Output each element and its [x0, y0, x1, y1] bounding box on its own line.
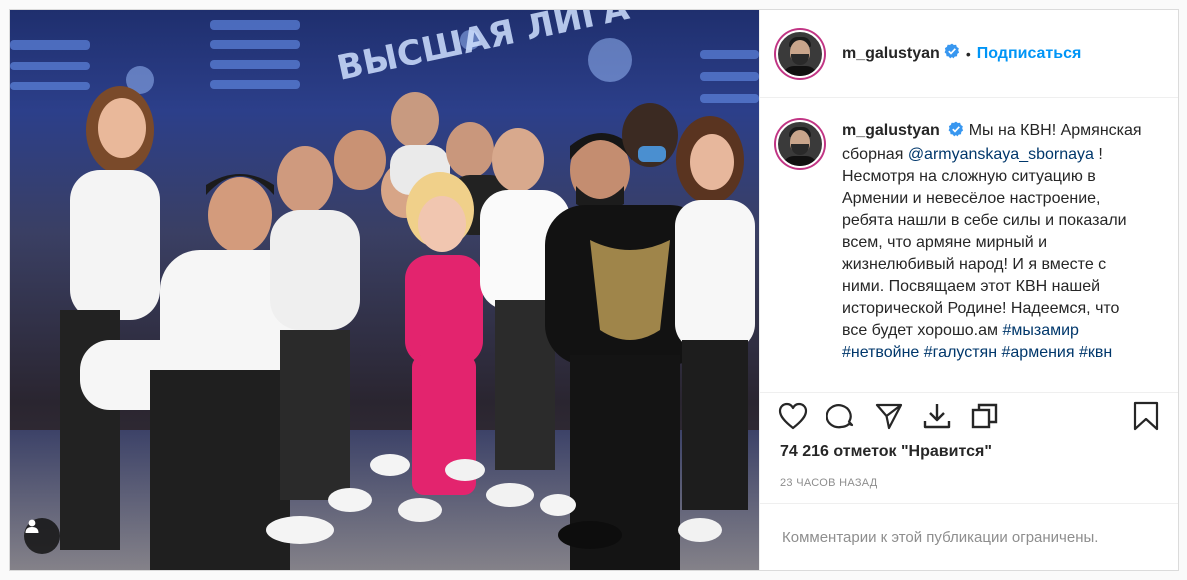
- post-caption: m_galustyan Мы на КВН! Армянская сборная…: [842, 120, 1142, 392]
- follow-button[interactable]: Подписаться: [977, 45, 1082, 63]
- verified-badge-icon: [944, 43, 960, 64]
- heart-icon[interactable]: [778, 402, 808, 430]
- author-avatar[interactable]: [776, 29, 824, 78]
- bookmark-icon[interactable]: [1132, 401, 1160, 431]
- caption-author-avatar[interactable]: [776, 120, 824, 168]
- post-timestamp[interactable]: 23 часов назад: [760, 461, 1178, 503]
- hashtag-link[interactable]: #армения: [1002, 344, 1075, 361]
- action-bar: [760, 392, 1178, 439]
- post-header: m_galustyan • Подписаться: [760, 10, 1178, 98]
- share-icon[interactable]: [874, 402, 904, 430]
- likes-count[interactable]: 74 216 отметок "Нравится": [760, 439, 1178, 461]
- separator-dot: •: [965, 45, 971, 62]
- tagged-users-button[interactable]: [24, 518, 60, 554]
- download-icon[interactable]: [922, 402, 952, 430]
- caption-mention-link[interactable]: @armyanskaya_sbornaya: [908, 146, 1094, 163]
- verified-badge-icon: [948, 121, 964, 144]
- hashtag-link[interactable]: #квн: [1079, 344, 1112, 361]
- caption-text-2: ! Несмотря на сложную ситуацию в Армении…: [842, 146, 1127, 339]
- author-username[interactable]: m_galustyan: [842, 45, 940, 63]
- post-side-panel: m_galustyan • Подписаться m_galustyan Мы…: [759, 10, 1178, 570]
- photo-illustration: ВЫСШАЯ ЛИГА: [10, 10, 759, 570]
- comments-restricted-notice: Комментарии к этой публикации ограничены…: [760, 503, 1178, 570]
- svg-text:ВЫСШАЯ ЛИГА: ВЫСШАЯ ЛИГА: [334, 10, 634, 89]
- comment-icon[interactable]: [826, 402, 856, 430]
- copy-icon[interactable]: [970, 402, 1000, 430]
- caption-username[interactable]: m_galustyan: [842, 122, 940, 139]
- hashtag-link[interactable]: #нетвойне: [842, 344, 919, 361]
- hashtag-link[interactable]: #галустян: [924, 344, 997, 361]
- post-photo[interactable]: ВЫСШАЯ ЛИГА: [10, 10, 759, 570]
- instagram-post: ВЫСШАЯ ЛИГА m_galustyan • Подписаться m_…: [9, 9, 1179, 571]
- caption-area: m_galustyan Мы на КВН! Армянская сборная…: [760, 98, 1178, 392]
- hashtag-link[interactable]: #мызамир: [1002, 322, 1078, 339]
